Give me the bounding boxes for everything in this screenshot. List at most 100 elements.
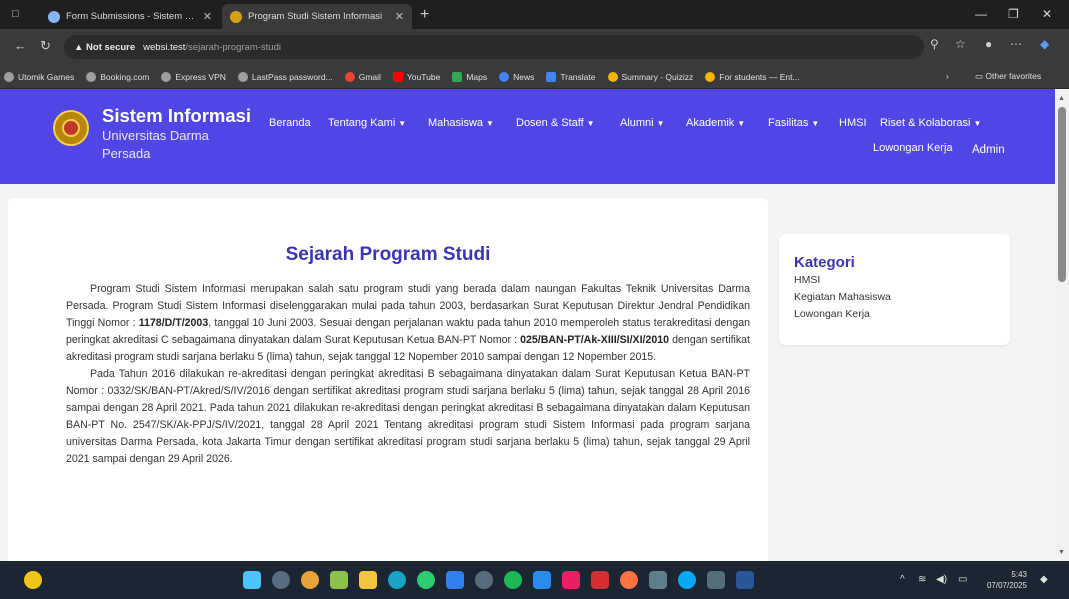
bookmark-item[interactable]: Summary - Quizizz (607, 71, 693, 82)
paragraph-1: Program Studi Sistem Informasi merupakan… (66, 281, 750, 366)
app-icon[interactable] (475, 571, 493, 589)
nav-dosen-staff[interactable]: Dosen & Staff ▼ (516, 117, 595, 129)
refresh-icon[interactable]: ↻ (40, 38, 51, 54)
bookmark-item[interactable]: Maps (452, 71, 487, 82)
bookmark-label: Booking.com (100, 71, 150, 82)
volume-icon[interactable]: ◀) (936, 574, 947, 585)
nav-hmsi[interactable]: HMSI (839, 117, 867, 129)
wifi-icon[interactable]: ≋ (918, 574, 926, 585)
nav-admin[interactable]: Admin (972, 144, 1005, 156)
app-icon[interactable] (330, 571, 348, 589)
category-link-lowongan[interactable]: Lowongan Kerja (794, 306, 1010, 323)
edge-icon[interactable] (388, 571, 406, 589)
translate-icon (546, 71, 557, 82)
app-icon[interactable] (591, 571, 609, 589)
bookmark-label: Utomik Games (18, 71, 75, 82)
nav-label: Dosen & Staff (516, 117, 584, 129)
tab-actions-icon[interactable]: □ (12, 8, 19, 20)
profile-icon[interactable]: ● (985, 37, 992, 51)
more-icon[interactable]: ⋯ (1010, 37, 1022, 51)
spotify-icon[interactable] (504, 571, 522, 589)
battery-icon[interactable]: ▭ (958, 574, 967, 585)
nav-label: Fasilitas (768, 117, 809, 129)
nav-tentang-kami[interactable]: Tentang Kami ▼ (328, 117, 406, 129)
address-bar-row: ← ↻ ▲ Not secure websi.test/sejarah-prog… (0, 29, 1069, 65)
category-card: Kategori HMSI Kegiatan Mahasiswa Lowonga… (779, 234, 1010, 345)
bookmark-item[interactable]: Booking.com (86, 71, 150, 82)
not-secure-warning[interactable]: ▲ Not secure (74, 42, 135, 53)
bookmark-item[interactable]: Translate (546, 71, 596, 82)
bookmark-label: For students — Ent... (719, 71, 800, 82)
vscode-icon[interactable] (446, 571, 464, 589)
chevron-up-icon[interactable]: ^ (900, 574, 905, 585)
university-logo[interactable] (53, 110, 89, 146)
nav-beranda[interactable]: Beranda (269, 117, 311, 129)
tab-program-studi[interactable]: Program Studi Sistem Informasi ✕ (222, 4, 412, 29)
youtube-icon (392, 71, 403, 82)
category-link-hmsi[interactable]: HMSI (794, 272, 1010, 289)
file-explorer-icon[interactable] (359, 571, 377, 589)
search-icon[interactable] (272, 571, 290, 589)
word-icon[interactable] (736, 571, 754, 589)
scroll-down-icon[interactable]: ▼ (1058, 549, 1065, 556)
scroll-up-icon[interactable]: ▲ (1058, 95, 1065, 102)
browser-titlebar: □ Form Submissions - Sistem Inform ✕ Pro… (0, 0, 1069, 29)
chevron-down-icon: ▼ (398, 119, 407, 128)
restore-icon[interactable]: ❐ (1008, 7, 1019, 21)
site-navbar: Sistem Informasi Universitas Darma Persa… (0, 89, 1055, 184)
other-favorites[interactable]: ▭ Other favorites (975, 71, 1041, 82)
bookmark-item[interactable]: Gmail (344, 71, 381, 82)
nav-riset-kolaborasi[interactable]: Riset & Kolaborasi ▼ (880, 117, 981, 129)
close-tab-icon[interactable]: ✕ (395, 10, 404, 23)
url-bar[interactable]: ▲ Not secure websi.test/sejarah-program-… (64, 35, 924, 59)
widgets-icon[interactable] (24, 571, 42, 589)
decree-number: 1178/D/T/2003 (138, 317, 209, 329)
bookmark-item[interactable]: LastPass password... (237, 71, 333, 82)
bookmark-item[interactable]: YouTube (392, 71, 440, 82)
site-logo-icon (230, 10, 242, 23)
chrome-icon[interactable] (417, 571, 435, 589)
bookmark-icon (705, 71, 716, 82)
nav-akademik[interactable]: Akademik ▼ (686, 117, 745, 129)
nav-fasilitas[interactable]: Fasilitas ▼ (768, 117, 819, 129)
article-card: Sejarah Program Studi Program Studi Sist… (8, 198, 768, 561)
bookmark-item[interactable]: Express VPN (161, 71, 226, 82)
terminal-icon[interactable] (707, 571, 725, 589)
close-window-icon[interactable]: ✕ (1042, 7, 1052, 21)
app-icon[interactable] (533, 571, 551, 589)
app-icon[interactable] (301, 571, 319, 589)
brand[interactable]: Sistem Informasi Universitas Darma Persa… (102, 105, 252, 163)
nav-label: Alumni (620, 117, 654, 129)
gmail-icon (344, 71, 355, 82)
nav-alumni[interactable]: Alumni ▼ (620, 117, 665, 129)
nav-mahasiswa[interactable]: Mahasiswa ▼ (428, 117, 494, 129)
page-title: Sejarah Program Studi (285, 244, 491, 265)
chevron-down-icon: ▼ (973, 119, 982, 128)
favorites-icon[interactable]: ☆ (955, 37, 966, 51)
app-icon[interactable] (649, 571, 667, 589)
nav-lowongan-kerja[interactable]: Lowongan Kerja (873, 142, 953, 154)
page-scrollbar[interactable]: ▲ ▼ (1055, 89, 1069, 561)
extensions-icon[interactable]: ⚲ (930, 37, 939, 51)
notification-icon[interactable]: ◆ (1040, 574, 1048, 585)
bookmark-item[interactable]: For students — Ent... (705, 71, 800, 82)
category-link-kegiatan[interactable]: Kegiatan Mahasiswa (794, 289, 1010, 306)
app-icon[interactable] (678, 571, 696, 589)
close-tab-icon[interactable]: ✕ (203, 10, 212, 23)
logo-emblem (62, 119, 80, 137)
new-tab-button[interactable]: + (420, 6, 429, 24)
back-icon[interactable]: ← (14, 38, 27, 53)
start-icon[interactable] (243, 571, 261, 589)
tab-form-submissions[interactable]: Form Submissions - Sistem Inform ✕ (40, 4, 220, 29)
bookmark-item[interactable]: News (499, 71, 534, 82)
chevron-right-icon[interactable]: › (946, 71, 949, 81)
clock[interactable]: 5:43 07/07/2025 (982, 569, 1027, 591)
tab-title: Form Submissions - Sistem Inform (66, 11, 197, 22)
scroll-thumb[interactable] (1058, 107, 1066, 282)
app-icon[interactable] (562, 571, 580, 589)
minimize-icon[interactable]: — (975, 7, 987, 21)
copilot-icon[interactable]: ◆ (1040, 37, 1049, 51)
globe-icon (237, 71, 248, 82)
app-icon[interactable] (620, 571, 638, 589)
bookmark-item[interactable]: Utomik Games (4, 71, 75, 82)
